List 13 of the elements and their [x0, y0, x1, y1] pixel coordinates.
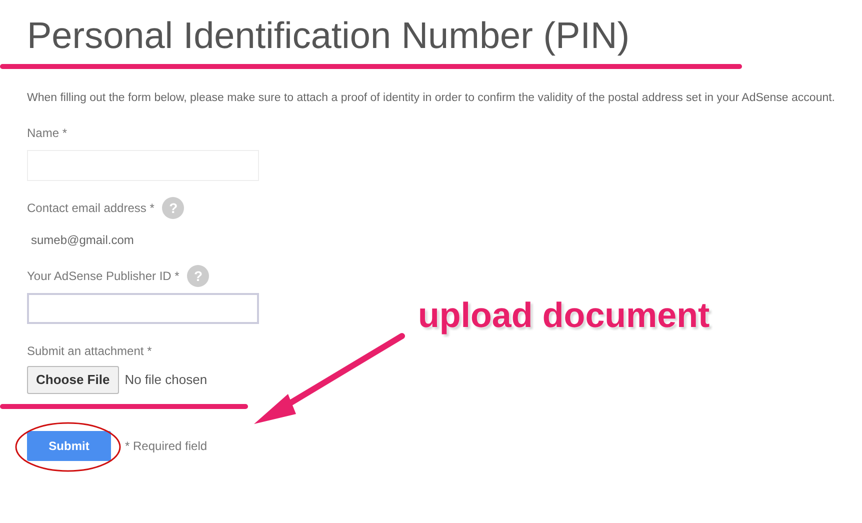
file-status: No file chosen [124, 371, 208, 390]
page-title: Personal Identification Number (PIN) [27, 14, 631, 58]
field-label: Name * [27, 125, 68, 142]
field-label: Submit an attachment * [27, 343, 152, 360]
annotation-text: upload document [418, 295, 710, 337]
required-note: * Required field [125, 438, 208, 455]
field-label: Contact email address * [27, 200, 154, 218]
field-label: Your AdSense Publisher ID * [27, 268, 180, 286]
email-value: sumeb@gmail.com [31, 232, 135, 250]
input-field[interactable] [27, 293, 259, 324]
submit-button[interactable]: Submit [27, 430, 111, 461]
choose-file-button[interactable]: Choose File [27, 366, 119, 394]
intro-paragraph: When filling out the form below, please make sure to attach a proof of identity in order to confirm the validity of the postal address set in your AdSense account. [27, 91, 836, 106]
